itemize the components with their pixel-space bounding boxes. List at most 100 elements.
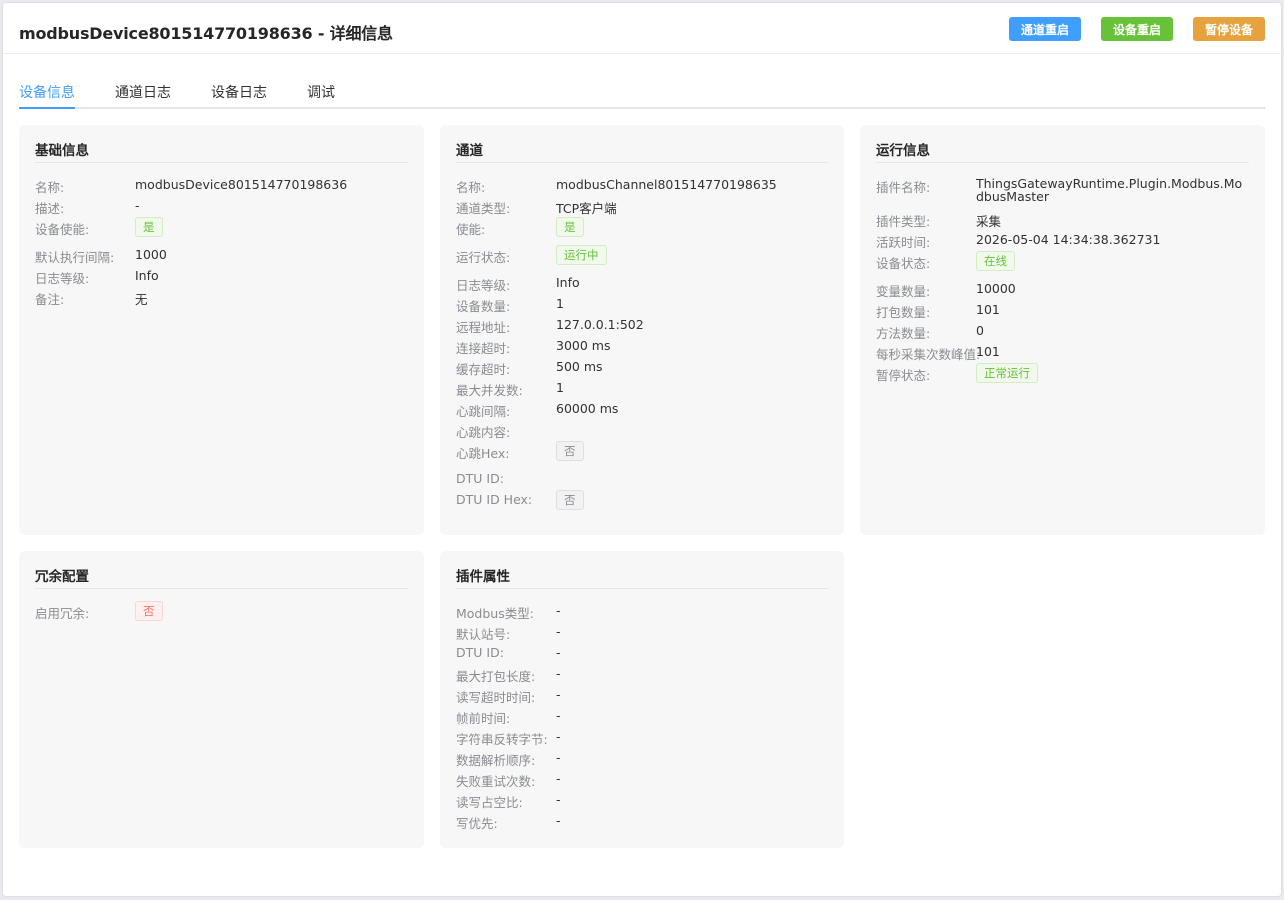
restart-device-button[interactable]: 设备重启 bbox=[1101, 17, 1173, 41]
status-badge: 是 bbox=[135, 217, 163, 237]
info-value: 3000 ms bbox=[556, 338, 611, 353]
restart-channel-button[interactable]: 通道重启 bbox=[1009, 17, 1081, 41]
info-value: 2026-05-04 14:34:38.362731 bbox=[976, 232, 1161, 247]
info-label: 变量数量: bbox=[876, 284, 931, 299]
card-title: 运行信息 bbox=[876, 143, 930, 159]
info-label: 缓存超时: bbox=[456, 362, 511, 377]
info-value: modbusChannel801514770198635 bbox=[556, 177, 777, 192]
info-value: 60000 ms bbox=[556, 401, 619, 416]
tab-device-info[interactable]: 设备信息 bbox=[19, 82, 75, 102]
plugin-properties-card: 插件属性 Modbus类型: - 默认站号: - DTU ID: - 最大打包长度: - 读写超… bbox=[440, 551, 844, 848]
channel-card: 通道 名称: modbusChannel801514770198635 通道类型: T… bbox=[440, 125, 844, 535]
info-label: 插件类型: bbox=[876, 214, 931, 229]
info-value: TCP客户端 bbox=[556, 201, 617, 216]
info-value: - bbox=[556, 792, 561, 807]
info-value: Info bbox=[556, 275, 580, 290]
divider bbox=[35, 588, 408, 589]
info-value: 127.0.0.1:502 bbox=[556, 317, 644, 332]
pause-device-button[interactable]: 暂停设备 bbox=[1193, 17, 1265, 41]
info-label: 读写占空比: bbox=[456, 795, 523, 810]
info-label: 打包数量: bbox=[876, 305, 931, 320]
card-title: 基础信息 bbox=[35, 143, 89, 159]
info-label: 使能: bbox=[456, 222, 486, 237]
info-value: 0 bbox=[976, 323, 984, 338]
info-label: 心跳间隔: bbox=[456, 404, 511, 419]
info-label: DTU ID: bbox=[456, 645, 504, 660]
card-title: 冗余配置 bbox=[35, 569, 89, 585]
info-label: DTU ID: bbox=[456, 471, 504, 486]
info-label: 最大并发数: bbox=[456, 383, 523, 398]
info-value: - bbox=[556, 666, 561, 681]
info-label: 默认执行间隔: bbox=[35, 250, 115, 265]
status-badge: 否 bbox=[556, 441, 584, 461]
basic-info-card: 基础信息 名称: modbusDevice801514770198636 描述: - 设… bbox=[19, 125, 424, 535]
divider bbox=[876, 162, 1249, 163]
card-title: 通道 bbox=[456, 143, 483, 159]
info-label: 名称: bbox=[456, 180, 486, 195]
info-label: 心跳内容: bbox=[456, 425, 511, 440]
info-label: 数据解析顺序: bbox=[456, 753, 536, 768]
info-label: 默认站号: bbox=[456, 627, 511, 642]
tab-debug[interactable]: 调试 bbox=[307, 82, 335, 102]
info-label: 设备状态: bbox=[876, 256, 931, 271]
status-badge: 在线 bbox=[976, 251, 1015, 271]
divider bbox=[35, 162, 408, 163]
divider bbox=[456, 162, 828, 163]
info-value: - bbox=[556, 729, 561, 744]
info-label: 帧前时间: bbox=[456, 711, 511, 726]
info-value: 无 bbox=[135, 292, 148, 307]
info-value: 1 bbox=[556, 380, 564, 395]
status-badge: 否 bbox=[556, 490, 584, 510]
info-value: - bbox=[556, 603, 561, 618]
info-label: 描述: bbox=[35, 201, 65, 216]
info-value: 1000 bbox=[135, 247, 167, 262]
info-label: 运行状态: bbox=[456, 250, 511, 265]
info-value: 10000 bbox=[976, 281, 1016, 296]
info-value: - bbox=[556, 687, 561, 702]
info-value: Info bbox=[135, 268, 159, 283]
info-label: 方法数量: bbox=[876, 326, 931, 341]
info-label: 最大打包长度: bbox=[456, 669, 536, 684]
info-label: 失败重试次数: bbox=[456, 774, 536, 789]
page-title: modbusDevice801514770198636 - 详细信息 bbox=[19, 24, 393, 43]
info-label: 插件名称: bbox=[876, 180, 931, 195]
info-value: - bbox=[556, 813, 561, 828]
status-badge: 正常运行 bbox=[976, 363, 1038, 383]
status-badge: 运行中 bbox=[556, 245, 607, 265]
tab-bar: 设备信息 通道日志 设备日志 调试 bbox=[19, 73, 1266, 109]
info-value: - bbox=[135, 198, 140, 213]
info-label: 每秒采集次数峰值: bbox=[876, 347, 981, 362]
info-value: modbusDevice801514770198636 bbox=[135, 177, 348, 192]
info-label: 连接超时: bbox=[456, 341, 511, 356]
tab-device-log[interactable]: 设备日志 bbox=[211, 82, 267, 102]
info-value: - bbox=[556, 771, 561, 786]
info-label: 写优先: bbox=[456, 816, 498, 831]
info-label: 设备数量: bbox=[456, 299, 511, 314]
detail-dialog: modbusDevice801514770198636 - 详细信息 通道重启 … bbox=[3, 3, 1281, 896]
status-badge: 否 bbox=[135, 601, 163, 621]
status-badge: 是 bbox=[556, 217, 584, 237]
tab-active-indicator bbox=[19, 107, 75, 109]
info-label: 备注: bbox=[35, 292, 65, 307]
info-value: - bbox=[556, 645, 561, 660]
info-label: 暂停状态: bbox=[876, 368, 931, 383]
info-label: 通道类型: bbox=[456, 201, 511, 216]
info-value: 采集 bbox=[976, 214, 1002, 229]
info-value: ThingsGatewayRuntime.Plugin.Modbus.Modbu… bbox=[976, 176, 1243, 204]
info-label: DTU ID Hex: bbox=[456, 492, 533, 507]
info-value: 500 ms bbox=[556, 359, 603, 374]
runtime-card: 运行信息 插件名称: ThingsGatewayRuntime.Plugin.Mo… bbox=[860, 125, 1265, 535]
info-value: 1 bbox=[556, 296, 564, 311]
info-value: - bbox=[556, 750, 561, 765]
info-label: 设备使能: bbox=[35, 222, 90, 237]
info-label: 字符串反转字节: bbox=[456, 732, 548, 747]
dialog-header: modbusDevice801514770198636 - 详细信息 通道重启 … bbox=[3, 3, 1281, 54]
info-label: 名称: bbox=[35, 180, 65, 195]
info-label: 远程地址: bbox=[456, 320, 511, 335]
redundancy-card: 冗余配置 启用冗余: 否 bbox=[19, 551, 424, 848]
info-label: 启用冗余: bbox=[35, 606, 90, 621]
tab-channel-log[interactable]: 通道日志 bbox=[115, 82, 171, 102]
info-label: 活跃时间: bbox=[876, 235, 931, 250]
info-label: Modbus类型: bbox=[456, 606, 534, 621]
info-label: 心跳Hex: bbox=[456, 446, 510, 461]
